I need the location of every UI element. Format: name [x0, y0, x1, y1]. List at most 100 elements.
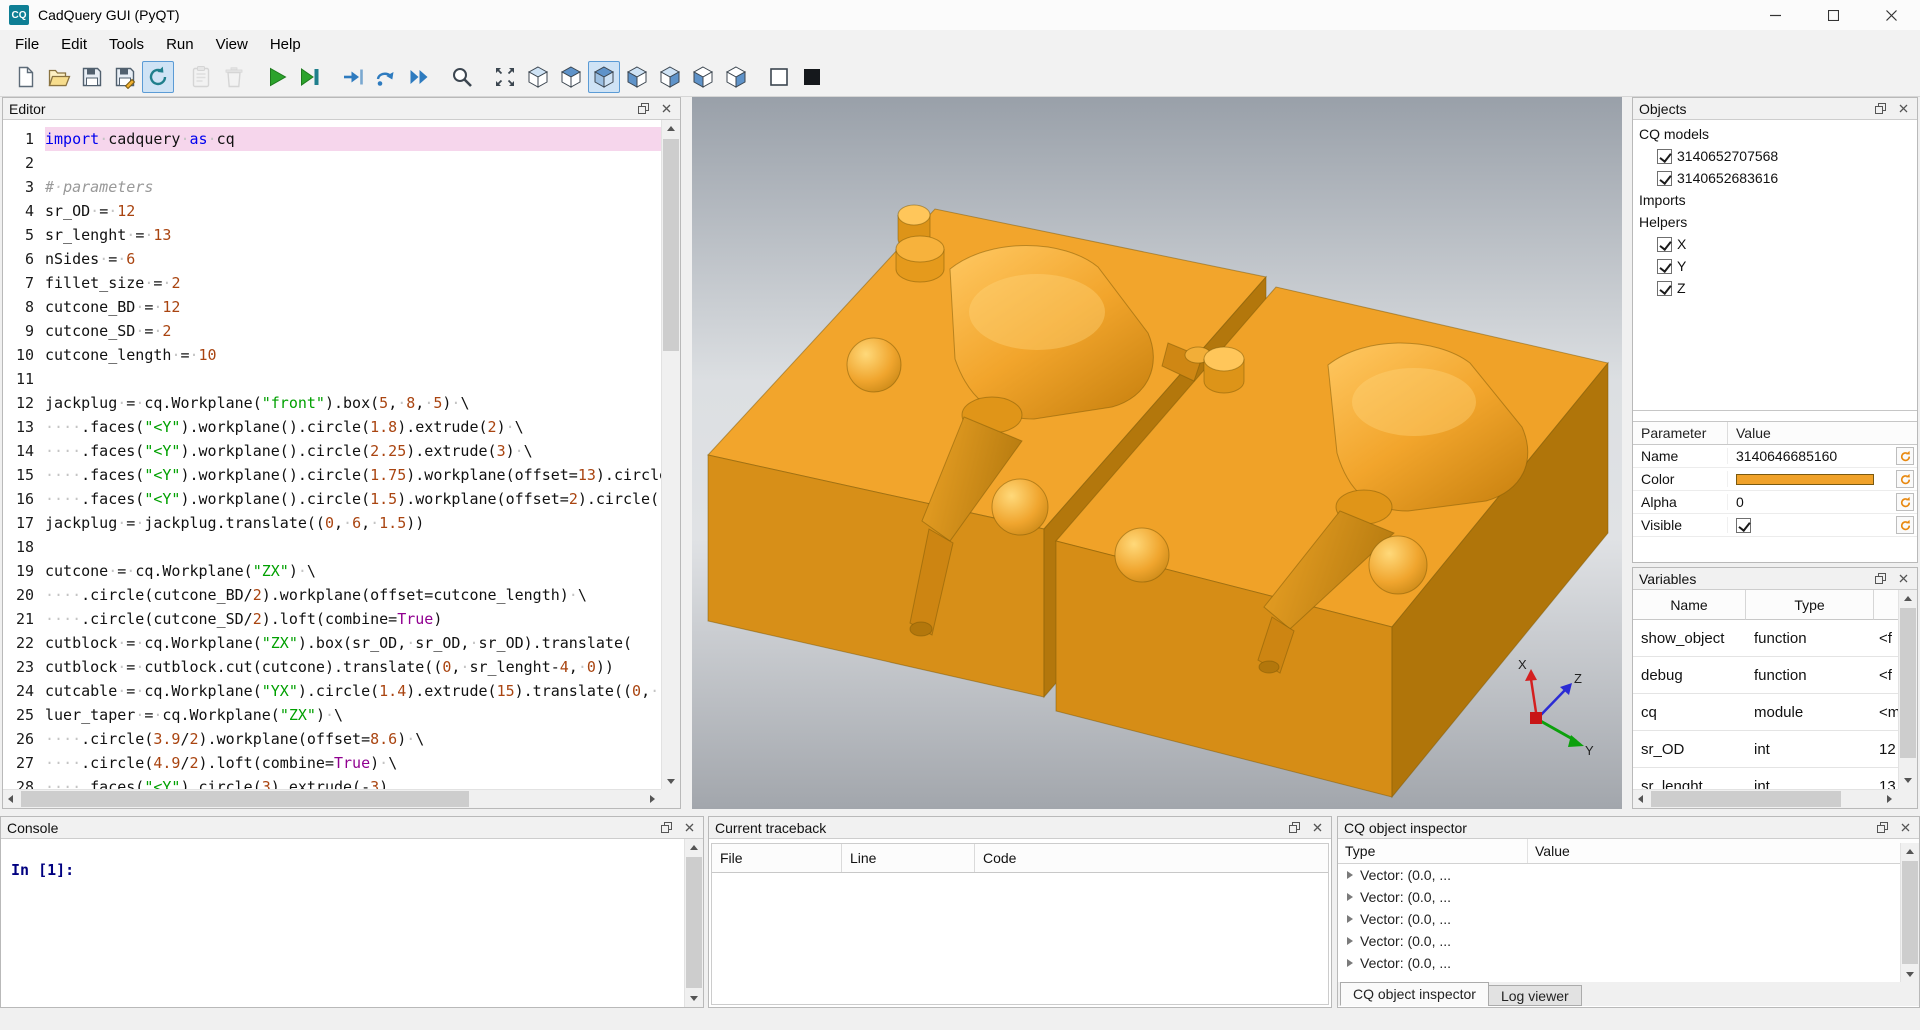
reset-value-button[interactable]	[1896, 470, 1914, 488]
code-line[interactable]: 13····.faces("<Y").workplane().circle(1.…	[3, 415, 661, 439]
code-line[interactable]: 28····.faces("<Y").circle(3).extrude(-3)	[3, 775, 661, 789]
inspector-row[interactable]: Vector: (0.0, ...	[1338, 930, 1919, 952]
variables-vscrollbar[interactable]	[1898, 590, 1917, 789]
scrollbar-thumb[interactable]	[1900, 608, 1916, 758]
open-button[interactable]	[43, 61, 75, 93]
titlebar[interactable]: CQ CadQuery GUI (PyQT)	[0, 0, 1920, 30]
code-line[interactable]: 2	[3, 151, 661, 175]
tree-item-3140652707568[interactable]: 3140652707568	[1633, 145, 1917, 167]
dock-close-button[interactable]	[1309, 820, 1325, 836]
code-line[interactable]: 16····.faces("<Y").workplane().circle(1.…	[3, 487, 661, 511]
save-as-button[interactable]	[109, 61, 141, 93]
code-line[interactable]: 15····.faces("<Y").workplane().circle(1.…	[3, 463, 661, 487]
dock-float-button[interactable]	[635, 101, 651, 117]
variable-row-sr-od[interactable]: sr_ODint12	[1633, 731, 1898, 768]
scroll-right-arrow[interactable]	[1881, 791, 1898, 808]
code-area[interactable]: 1import·cadquery·as·cq23#·parameters4sr_…	[3, 120, 661, 789]
inspector-col-value[interactable]: Value	[1528, 839, 1919, 863]
save-button[interactable]	[76, 61, 108, 93]
code-line[interactable]: 22cutblock·=·cq.Workplane("ZX").box(sr_O…	[3, 631, 661, 655]
variables-col-type[interactable]: Type	[1746, 590, 1874, 620]
code-line[interactable]: 19cutcone·=·cq.Workplane("ZX")·\	[3, 559, 661, 583]
visibility-checkbox[interactable]	[1657, 171, 1672, 186]
viewport-3d[interactable]: X Z Y	[692, 97, 1622, 809]
code-line[interactable]: 10cutcone_length·=·10	[3, 343, 661, 367]
expand-chevron-icon[interactable]	[1347, 893, 1353, 901]
code-line[interactable]: 18	[3, 535, 661, 559]
code-line[interactable]: 6nSides·=·6	[3, 247, 661, 271]
delete-button[interactable]	[218, 61, 250, 93]
scroll-down-arrow[interactable]	[1902, 966, 1919, 983]
dock-float-button[interactable]	[1872, 571, 1888, 587]
tree-item-imports[interactable]: Imports	[1633, 189, 1917, 211]
dock-close-button[interactable]	[1897, 820, 1913, 836]
code-line[interactable]: 17jackplug·=·jackplug.translate((0,·6,·1…	[3, 511, 661, 535]
view-bottom-button[interactable]	[588, 61, 620, 93]
menu-help[interactable]: Help	[259, 30, 312, 58]
menu-run[interactable]: Run	[155, 30, 205, 58]
run-button[interactable]	[261, 61, 293, 93]
new-script-button[interactable]	[10, 61, 42, 93]
view-iso-button[interactable]	[522, 61, 554, 93]
scroll-down-arrow[interactable]	[663, 773, 680, 790]
code-line[interactable]: 21····.circle(cutcone_SD/2).loft(combine…	[3, 607, 661, 631]
close-button[interactable]	[1862, 0, 1920, 30]
reset-value-button[interactable]	[1896, 493, 1914, 511]
variable-row-sr-lenght[interactable]: sr_lenghtint13	[1633, 768, 1898, 789]
scrollbar-thumb[interactable]	[663, 139, 679, 351]
autoreload-toggle[interactable]	[142, 61, 174, 93]
variables-hscrollbar[interactable]	[1633, 789, 1898, 808]
scrollbar-thumb[interactable]	[1651, 791, 1841, 807]
tree-item-helpers[interactable]: Helpers	[1633, 211, 1917, 233]
expand-chevron-icon[interactable]	[1347, 959, 1353, 967]
menu-view[interactable]: View	[205, 30, 259, 58]
expand-chevron-icon[interactable]	[1347, 871, 1353, 879]
view-left-button[interactable]	[687, 61, 719, 93]
debug-button[interactable]	[294, 61, 326, 93]
tree-item-z[interactable]: Z	[1633, 277, 1917, 299]
inspector-vscrollbar[interactable]	[1900, 843, 1919, 983]
console-input-area[interactable]: In [1]:	[1, 839, 684, 1007]
code-line[interactable]: 27····.circle(4.9/2).loft(combine=True)·…	[3, 751, 661, 775]
tree-item-cq-models[interactable]: CQ models	[1633, 123, 1917, 145]
code-line[interactable]: 5sr_lenght·=·13	[3, 223, 661, 247]
variable-row-debug[interactable]: debugfunction<f	[1633, 657, 1898, 694]
scroll-up-arrow[interactable]	[686, 839, 703, 856]
reset-value-button[interactable]	[1896, 447, 1914, 465]
tree-item-y[interactable]: Y	[1633, 255, 1917, 277]
scrollbar-thumb[interactable]	[21, 791, 469, 807]
code-line[interactable]: 9cutcone_SD·=·2	[3, 319, 661, 343]
scrollbar-thumb[interactable]	[686, 857, 702, 988]
scroll-right-arrow[interactable]	[644, 791, 661, 808]
tree-item-x[interactable]: X	[1633, 233, 1917, 255]
menu-edit[interactable]: Edit	[50, 30, 98, 58]
code-line[interactable]: 11	[3, 367, 661, 391]
wireframe-button[interactable]	[763, 61, 795, 93]
scroll-up-arrow[interactable]	[1902, 843, 1919, 860]
prop-value[interactable]: 3140646685160	[1728, 448, 1893, 464]
scroll-up-arrow[interactable]	[1900, 590, 1917, 607]
code-line[interactable]: 24cutcable·=·cq.Workplane("YX").circle(1…	[3, 679, 661, 703]
tab-log-viewer[interactable]: Log viewer	[1488, 985, 1582, 1006]
visibility-checkbox[interactable]	[1657, 237, 1672, 252]
scroll-left-arrow[interactable]	[1633, 791, 1650, 808]
console-vscrollbar[interactable]	[684, 839, 703, 1007]
console-panel-header[interactable]: Console	[1, 817, 703, 839]
objects-panel-header[interactable]: Objects	[1633, 98, 1917, 120]
visibility-checkbox[interactable]	[1657, 259, 1672, 274]
expand-chevron-icon[interactable]	[1347, 937, 1353, 945]
inspector-row[interactable]: Vector: (0.0, ...	[1338, 886, 1919, 908]
code-line[interactable]: 8cutcone_BD·=·12	[3, 295, 661, 319]
dock-close-button[interactable]	[658, 101, 674, 117]
dock-float-button[interactable]	[1874, 820, 1890, 836]
prop-value[interactable]	[1728, 474, 1893, 485]
reset-value-button[interactable]	[1896, 516, 1914, 534]
variables-col-value[interactable]	[1874, 590, 1898, 620]
view-front-button[interactable]	[621, 61, 653, 93]
code-line[interactable]: 20····.circle(cutcone_BD/2).workplane(of…	[3, 583, 661, 607]
variable-row-show-object[interactable]: show_objectfunction<f	[1633, 620, 1898, 657]
view-right-button[interactable]	[720, 61, 752, 93]
paste-button[interactable]	[185, 61, 217, 93]
maximize-button[interactable]	[1804, 0, 1862, 30]
dock-close-button[interactable]	[1895, 571, 1911, 587]
